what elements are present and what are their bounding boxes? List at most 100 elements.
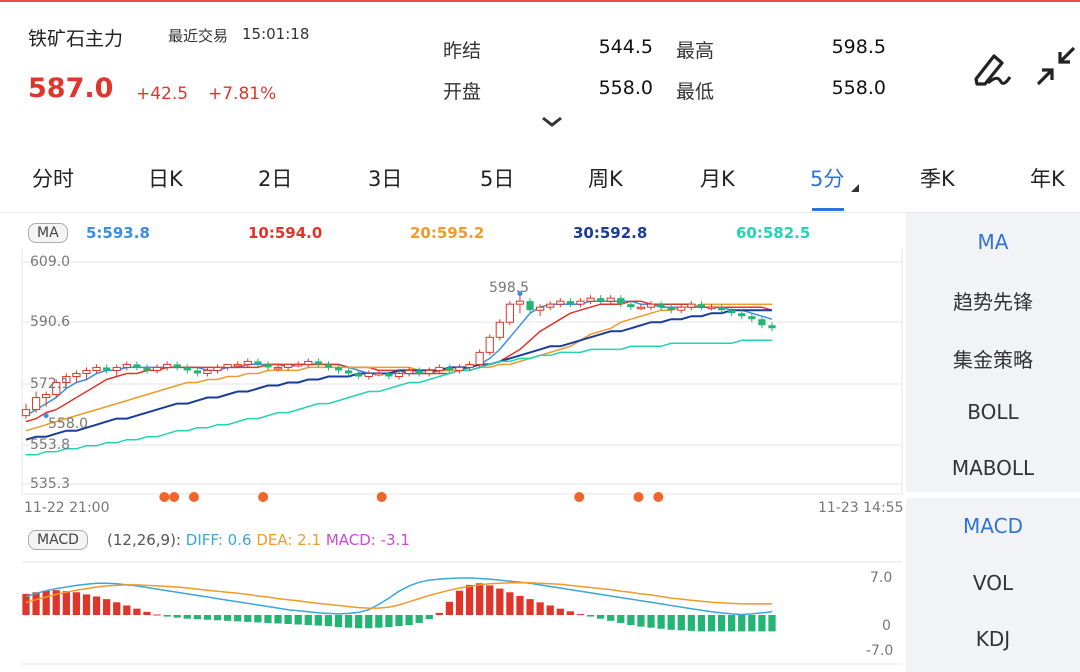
macd-bar bbox=[234, 615, 242, 622]
macd-bar bbox=[607, 615, 615, 621]
candle-body bbox=[566, 301, 575, 305]
macd-bar bbox=[717, 615, 726, 632]
signal-dot bbox=[258, 492, 269, 502]
candle-body bbox=[203, 369, 212, 374]
macd-bar bbox=[596, 615, 605, 619]
candle-body bbox=[455, 366, 464, 371]
candle-body bbox=[103, 367, 111, 371]
candle-body bbox=[738, 313, 746, 317]
macd-bar bbox=[617, 615, 625, 623]
macd-axis-bottom: -7.0 bbox=[866, 643, 894, 659]
candle-body bbox=[314, 361, 322, 365]
macd-bar bbox=[32, 592, 40, 615]
candle-body bbox=[193, 370, 202, 374]
candle-body bbox=[728, 310, 736, 314]
candle-body bbox=[475, 351, 484, 365]
candle-body bbox=[21, 409, 31, 417]
macd-bar bbox=[395, 615, 403, 627]
macd-badge[interactable]: MACD bbox=[28, 530, 88, 550]
candle-body bbox=[415, 370, 423, 374]
macd-bar bbox=[738, 615, 746, 632]
macd-bar bbox=[183, 615, 191, 619]
macd-bar bbox=[82, 594, 91, 615]
candle-body bbox=[374, 372, 383, 376]
candle-body bbox=[546, 303, 555, 308]
candle-body bbox=[183, 367, 191, 371]
macd-bar bbox=[516, 595, 524, 615]
candle-body bbox=[385, 373, 393, 377]
time-axis-end: 11-23 14:55 bbox=[818, 500, 904, 516]
macd-bar bbox=[546, 605, 554, 615]
candle-body bbox=[355, 373, 363, 377]
macd-bar bbox=[687, 615, 695, 631]
macd-axis-zero: 0 bbox=[882, 618, 891, 634]
macd-bar bbox=[405, 615, 413, 626]
macd-bar bbox=[143, 611, 151, 615]
candle-body bbox=[324, 364, 333, 368]
macd-bar bbox=[536, 602, 544, 615]
candle-body bbox=[273, 366, 283, 370]
candle-body bbox=[264, 364, 272, 368]
macd-bar bbox=[425, 615, 433, 620]
candle-body bbox=[425, 369, 434, 374]
ma10-line bbox=[25, 300, 773, 423]
candle-body bbox=[556, 300, 565, 305]
candle-body bbox=[72, 372, 81, 377]
candle-body bbox=[667, 307, 675, 311]
ma5-line bbox=[25, 300, 773, 417]
macd-bar bbox=[415, 615, 423, 623]
candle-body bbox=[576, 300, 585, 305]
macd-bar bbox=[244, 615, 252, 622]
candle-body bbox=[465, 363, 474, 368]
macd-value: MACD: -3.1 bbox=[325, 531, 410, 549]
macd-bar bbox=[113, 602, 121, 615]
macd-bar bbox=[576, 613, 585, 615]
candle-body bbox=[163, 363, 172, 368]
macd-bar bbox=[768, 615, 776, 632]
candle-body bbox=[627, 304, 635, 308]
macd-dea: DEA: 2.1 bbox=[256, 531, 322, 549]
macd-bar bbox=[365, 615, 373, 629]
kline-chart[interactable] bbox=[0, 0, 1080, 672]
macd-bar bbox=[153, 614, 161, 616]
candle-body bbox=[758, 319, 766, 326]
candle-body bbox=[334, 367, 343, 371]
macd-bar bbox=[133, 608, 141, 615]
signal-dot bbox=[159, 492, 170, 502]
macd-bar bbox=[284, 615, 292, 624]
candle-body bbox=[243, 360, 252, 365]
macd-bar bbox=[62, 591, 70, 615]
macd-bar bbox=[203, 615, 212, 620]
macd-bar bbox=[526, 599, 534, 615]
price-axis-bottom: 535.3 bbox=[30, 476, 71, 492]
macd-bar bbox=[334, 615, 343, 628]
candle-body bbox=[677, 306, 686, 311]
signal-dot bbox=[376, 492, 387, 502]
candle-body bbox=[636, 306, 646, 310]
candle-body bbox=[404, 369, 414, 374]
macd-bar bbox=[314, 615, 322, 626]
candle-body bbox=[687, 303, 696, 308]
macd-bar bbox=[213, 615, 222, 621]
macd-bar bbox=[22, 593, 30, 615]
macd-bar bbox=[476, 583, 484, 615]
candle-body bbox=[213, 366, 222, 371]
candle-body bbox=[112, 366, 121, 371]
candle-body bbox=[364, 372, 373, 377]
macd-diff: DIFF: 0.6 bbox=[185, 531, 252, 549]
macd-bar bbox=[375, 615, 383, 628]
candle-body bbox=[31, 397, 41, 411]
candle-body bbox=[82, 369, 91, 374]
candle-body bbox=[122, 363, 131, 368]
macd-bar bbox=[304, 615, 312, 626]
macd-bar bbox=[264, 615, 272, 623]
candle-body bbox=[717, 307, 726, 311]
macd-bar bbox=[486, 585, 494, 615]
macd-bar bbox=[324, 615, 333, 627]
candle-body bbox=[768, 325, 776, 329]
low-annotation: 558.0 bbox=[48, 416, 89, 432]
macd-bar bbox=[435, 612, 443, 615]
macd-bar bbox=[637, 615, 645, 627]
high-annotation: 598.5 bbox=[489, 280, 530, 296]
macd-bar bbox=[667, 615, 675, 630]
